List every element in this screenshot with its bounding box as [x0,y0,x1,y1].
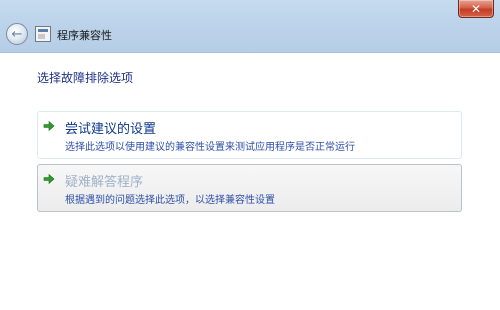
back-arrow-icon: ← [11,26,23,42]
title-bar: ✕ ← 程序兼容性 [0,0,500,52]
option-title: 尝试建议的设置 [65,122,157,137]
option-title: 疑难解答程序 [65,175,144,190]
program-compatibility-window: ✕ ← 程序兼容性 选择故障排除选项 尝试建议的设置 选择此选项以使用建议的兼容… [0,0,500,310]
content-area: 选择故障排除选项 尝试建议的设置 选择此选项以使用建议的兼容性设置来测试应用程序… [0,52,500,310]
page-heading: 选择故障排除选项 [37,71,134,85]
option-description: 根据遇到的问题选择此选项，以选择兼容性设置 [65,195,275,206]
close-icon: ✕ [470,1,482,16]
green-arrow-icon [43,120,55,132]
option-try-recommended-settings[interactable]: 尝试建议的设置 选择此选项以使用建议的兼容性设置来测试应用程序是否正常运行 [37,111,462,159]
back-button[interactable]: ← [6,23,28,45]
green-arrow-icon [43,173,55,185]
program-compatibility-icon [35,26,51,42]
window-title: 程序兼容性 [57,29,112,42]
option-description: 选择此选项以使用建议的兼容性设置来测试应用程序是否正常运行 [65,142,355,153]
option-troubleshoot-program[interactable]: 疑难解答程序 根据遇到的问题选择此选项，以选择兼容性设置 [37,164,462,212]
close-button[interactable]: ✕ [458,0,494,18]
